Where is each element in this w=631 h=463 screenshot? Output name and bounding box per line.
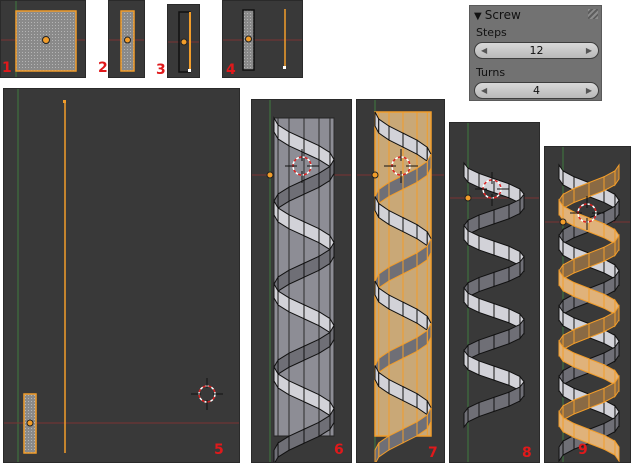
viewport-label-6: 6	[334, 442, 344, 458]
helix-mesh	[374, 111, 432, 462]
steps-label: Steps	[476, 26, 507, 39]
helix-mesh	[558, 163, 620, 462]
viewport-2[interactable]	[108, 0, 145, 78]
3d-cursor-icon	[191, 378, 223, 410]
viewport-5[interactable]	[3, 88, 240, 463]
increment-arrow-icon[interactable]: ▶	[586, 83, 592, 98]
viewport-label-1: 1	[2, 60, 12, 76]
viewport-label-4: 4	[226, 62, 236, 78]
panel-grip-icon[interactable]	[588, 9, 598, 19]
screw-modifier-panel: ▼ Screw Steps ◀ 12 ▶ Turns ◀ 4 ▶	[469, 5, 602, 101]
viewport-label-3: 3	[156, 62, 166, 78]
viewport-7[interactable]	[356, 99, 445, 463]
viewport-label-2: 2	[98, 60, 108, 76]
decrement-arrow-icon[interactable]: ◀	[481, 43, 487, 58]
viewport-label-8: 8	[522, 445, 532, 461]
panel-title: Screw	[484, 8, 521, 22]
helix-mesh	[463, 161, 525, 429]
steps-value: 12	[529, 44, 544, 57]
viewport-label-5: 5	[214, 442, 224, 458]
turns-value: 4	[533, 84, 540, 97]
viewport-6[interactable]	[251, 99, 352, 463]
viewport-9[interactable]	[544, 146, 631, 463]
viewport-label-9: 9	[578, 442, 588, 458]
viewport-label-7: 7	[428, 445, 438, 461]
steps-field[interactable]: ◀ 12 ▶	[474, 42, 599, 59]
turns-label: Turns	[476, 66, 506, 79]
panel-header[interactable]: ▼ Screw	[474, 8, 521, 22]
collapse-triangle-icon[interactable]: ▼	[474, 11, 482, 22]
turns-field[interactable]: ◀ 4 ▶	[474, 82, 599, 99]
decrement-arrow-icon[interactable]: ◀	[481, 83, 487, 98]
helix-mesh	[273, 116, 335, 462]
increment-arrow-icon[interactable]: ▶	[586, 43, 592, 58]
viewport-8[interactable]	[449, 122, 540, 463]
viewport-3[interactable]	[167, 4, 200, 78]
viewport-1[interactable]	[0, 0, 86, 78]
